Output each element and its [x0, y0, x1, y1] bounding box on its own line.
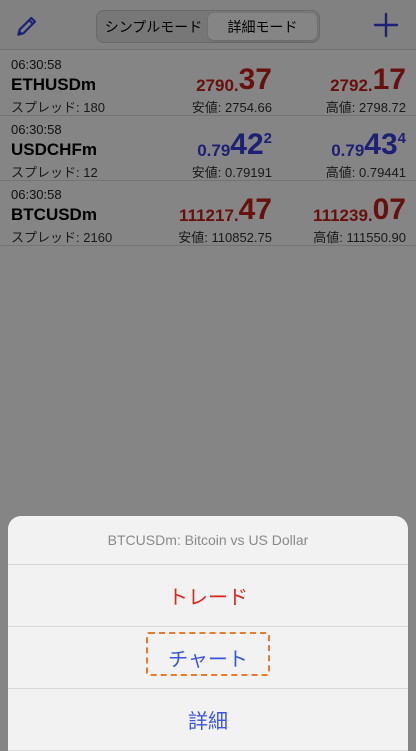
trade-button[interactable]: トレード	[8, 565, 408, 627]
action-sheet: BTCUSDm: Bitcoin vs US Dollar トレード チャート …	[8, 516, 408, 751]
details-button[interactable]: 詳細	[8, 689, 408, 751]
chart-highlight-box	[146, 632, 270, 676]
action-sheet-title: BTCUSDm: Bitcoin vs US Dollar	[8, 516, 408, 565]
